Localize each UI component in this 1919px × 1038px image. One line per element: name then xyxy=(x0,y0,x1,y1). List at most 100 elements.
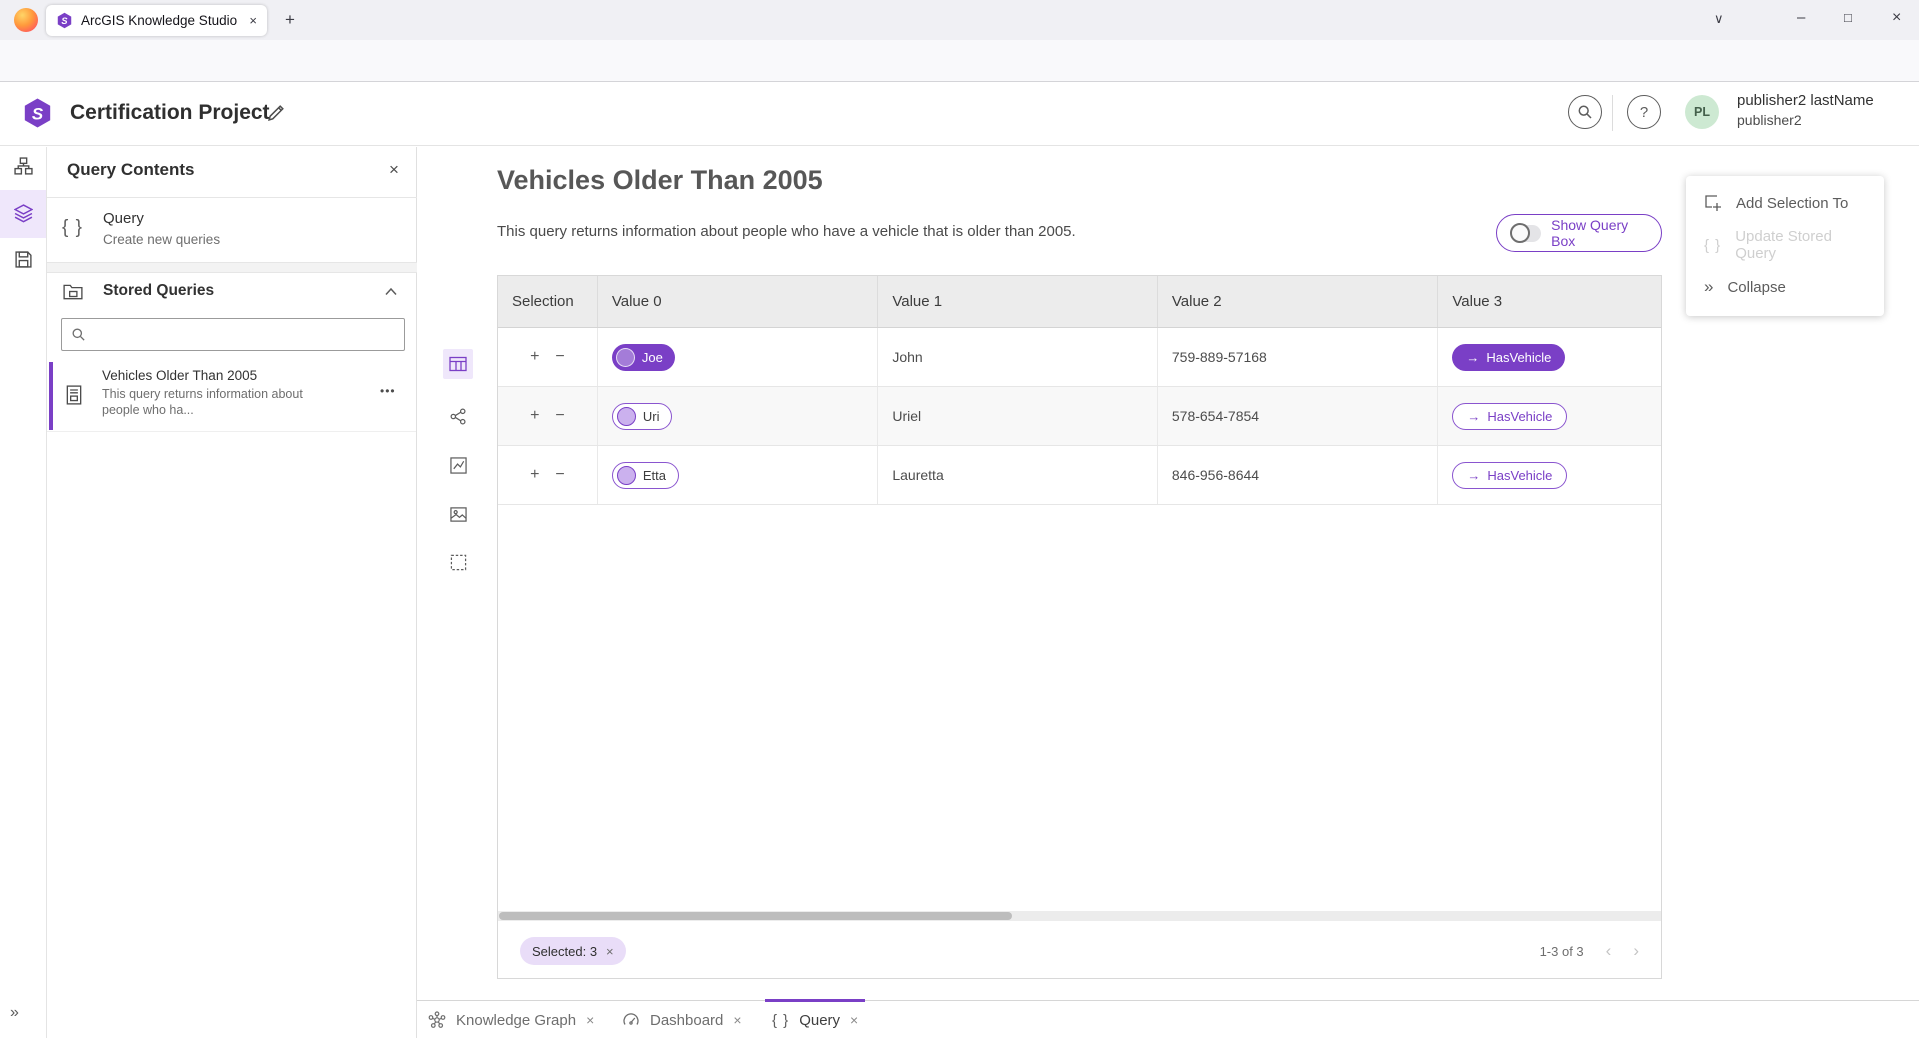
clear-selection-icon[interactable]: × xyxy=(606,944,614,959)
window-maximize-button[interactable]: □ xyxy=(1844,11,1852,24)
close-tab-icon[interactable]: × xyxy=(850,1012,858,1028)
tab-knowledge-graph[interactable]: Knowledge Graph × xyxy=(428,1001,594,1038)
arcgis-knowledge-logo: S xyxy=(23,97,52,129)
user-info[interactable]: publisher2 lastName publisher2 xyxy=(1737,91,1874,130)
contents-layers-icon[interactable] xyxy=(14,204,33,223)
save-icon[interactable] xyxy=(14,250,33,269)
item-options-icon[interactable]: ••• xyxy=(380,384,396,398)
column-header-value3[interactable]: Value 3 xyxy=(1437,276,1661,327)
table-row[interactable]: + − Joe John 759-889-57168 →HasVehicle xyxy=(498,328,1661,387)
chart-icon xyxy=(450,457,467,474)
entity-dot-icon xyxy=(617,407,636,426)
column-header-selection[interactable]: Selection xyxy=(498,276,597,327)
search-icon xyxy=(1577,104,1593,120)
entity-dot-icon xyxy=(616,348,635,367)
project-title: Certification Project xyxy=(70,101,270,125)
stored-queries-header[interactable]: Stored Queries xyxy=(47,273,416,313)
column-header-value1[interactable]: Value 1 xyxy=(877,276,1157,327)
new-tab-button[interactable]: + xyxy=(285,11,295,28)
table-row[interactable]: + − Uri Uriel 578-654-7854 →HasVehicle xyxy=(498,387,1661,446)
new-query-item[interactable]: { } Query Create new queries xyxy=(47,198,416,262)
expand-rail-icon[interactable]: » xyxy=(10,1004,19,1022)
scrollbar-thumb[interactable] xyxy=(499,912,1012,920)
results-table: Selection Value 0 Value 1 Value 2 Value … xyxy=(497,275,1662,979)
page-title: Vehicles Older Than 2005 xyxy=(497,165,823,196)
remove-from-selection-button[interactable]: − xyxy=(555,348,564,366)
table-view-button[interactable] xyxy=(443,349,473,379)
avatar[interactable]: PL xyxy=(1685,95,1719,129)
previous-page-icon[interactable]: ‹ xyxy=(1606,941,1612,961)
column-header-value2[interactable]: Value 2 xyxy=(1157,276,1438,327)
query-contents-panel: Query Contents × { } Query Create new qu… xyxy=(47,147,417,1038)
cell-name: Uriel xyxy=(892,408,921,424)
table-row[interactable]: + − Etta Lauretta 846-956-8644 →HasVehic… xyxy=(498,446,1661,505)
stored-queries-search[interactable] xyxy=(61,318,405,351)
browser-toolbar: ← → ↻ https://dev0028833.esri.com/portal… xyxy=(0,40,1919,82)
stored-queries-folder-icon xyxy=(63,282,83,301)
window-close-button[interactable]: × xyxy=(1892,10,1901,26)
selection-tool-button[interactable] xyxy=(443,547,473,577)
relationship-pill[interactable]: →HasVehicle xyxy=(1452,403,1567,430)
remove-from-selection-button[interactable]: − xyxy=(555,407,564,425)
user-name: publisher2 lastName xyxy=(1737,91,1874,111)
selected-indicator-bar xyxy=(49,362,53,430)
show-query-box-toggle[interactable]: Show Query Box xyxy=(1496,214,1662,252)
tab-title: ArcGIS Knowledge Studio xyxy=(81,13,241,28)
toggle-track xyxy=(1511,225,1541,242)
remove-from-selection-button[interactable]: − xyxy=(555,466,564,484)
browser-window: S ArcGIS Knowledge Studio × + ∨ – □ × ← … xyxy=(0,0,1919,1038)
arrow-right-icon: → xyxy=(1467,409,1480,424)
tab-query[interactable]: { } Query × xyxy=(772,1001,858,1038)
knowledge-graph-icon xyxy=(428,1011,446,1029)
tab-dashboard[interactable]: Dashboard × xyxy=(622,1001,742,1038)
dashboard-gauge-icon xyxy=(622,1011,640,1029)
relationship-pill[interactable]: →HasVehicle xyxy=(1452,344,1565,371)
stored-query-doc-icon xyxy=(65,385,83,405)
avatar-initials: PL xyxy=(1694,105,1710,119)
column-header-value0[interactable]: Value 0 xyxy=(597,276,878,327)
edit-pencil-icon[interactable] xyxy=(267,103,286,122)
horizontal-scrollbar[interactable] xyxy=(498,911,1661,921)
close-tab-icon[interactable]: × xyxy=(733,1012,741,1028)
braces-icon: { } xyxy=(772,1012,789,1029)
relationship-pill[interactable]: →HasVehicle xyxy=(1452,462,1567,489)
browser-tab-strip: S ArcGIS Knowledge Studio × + ∨ – □ × xyxy=(0,0,1919,40)
menu-item-add-selection-to[interactable]: Add Selection To xyxy=(1686,182,1884,224)
question-icon: ? xyxy=(1640,104,1648,121)
next-page-icon[interactable]: › xyxy=(1633,941,1639,961)
page-description: This query returns information about peo… xyxy=(497,223,1076,240)
menu-item-update-stored-query: { } Update Stored Query xyxy=(1686,224,1884,266)
entity-pill[interactable]: Uri xyxy=(612,403,673,430)
add-to-selection-button[interactable]: + xyxy=(530,348,539,366)
add-to-selection-button[interactable]: + xyxy=(530,407,539,425)
tab-close-icon[interactable]: × xyxy=(249,14,257,27)
cell-name: John xyxy=(892,349,922,365)
entity-pill[interactable]: Joe xyxy=(612,344,675,371)
cell-name: Lauretta xyxy=(892,467,943,483)
help-button[interactable]: ? xyxy=(1627,95,1661,129)
search-input[interactable] xyxy=(94,326,395,343)
entity-pill[interactable]: Etta xyxy=(612,462,679,489)
stored-query-desc-line2: people who ha... xyxy=(102,403,194,417)
show-query-box-label: Show Query Box xyxy=(1551,217,1647,249)
chart-button[interactable] xyxy=(443,450,473,480)
left-rail: » xyxy=(0,147,47,1038)
chevron-up-icon[interactable] xyxy=(385,287,397,296)
active-tab-indicator xyxy=(765,999,865,1002)
close-tab-icon[interactable]: × xyxy=(586,1012,594,1028)
link-chart-button[interactable] xyxy=(443,401,473,431)
firefox-icon[interactable] xyxy=(14,8,38,32)
data-model-icon[interactable] xyxy=(14,157,33,176)
selected-count-chip[interactable]: Selected: 3 × xyxy=(520,937,626,965)
panel-close-icon[interactable]: × xyxy=(389,160,399,180)
search-button[interactable] xyxy=(1568,95,1602,129)
menu-item-collapse[interactable]: » Collapse xyxy=(1686,266,1884,308)
browser-tab[interactable]: S ArcGIS Knowledge Studio × xyxy=(46,5,267,36)
add-to-selection-button[interactable]: + xyxy=(530,466,539,484)
list-tabs-icon[interactable]: ∨ xyxy=(1714,12,1724,25)
main-content: Vehicles Older Than 2005 This query retu… xyxy=(417,147,1919,1000)
window-minimize-button[interactable]: – xyxy=(1797,10,1805,25)
cell-phone: 578-654-7854 xyxy=(1172,408,1259,424)
image-button[interactable] xyxy=(443,499,473,529)
stored-query-item[interactable]: Vehicles Older Than 2005 This query retu… xyxy=(47,360,416,432)
